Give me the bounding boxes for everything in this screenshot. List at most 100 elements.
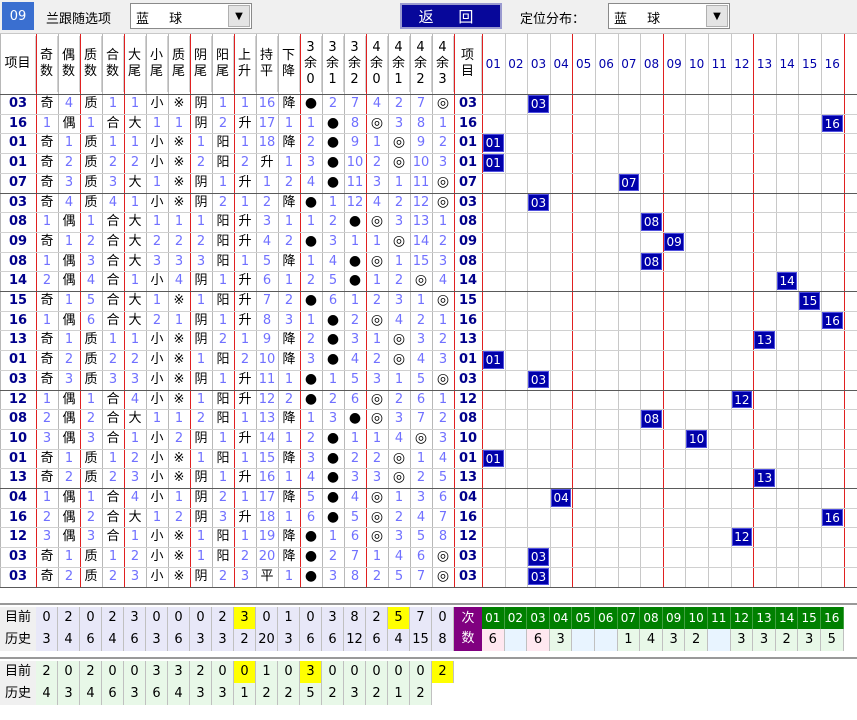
footer2-history-value: 4 xyxy=(80,682,102,705)
row-cell: ◎ xyxy=(436,370,450,387)
row-cell: 奇 xyxy=(40,371,54,387)
grid-divider xyxy=(0,271,857,273)
row-label: 16 xyxy=(8,509,28,525)
column-header: 偶数 xyxy=(58,36,80,92)
count-header: 04 xyxy=(549,606,573,629)
footer-current-value: 0 xyxy=(190,606,212,629)
row-cell: 质 xyxy=(84,135,98,151)
column-header: 阴尾 xyxy=(190,36,212,92)
row-cell: 6 xyxy=(86,312,96,328)
count-value xyxy=(708,628,731,651)
row-cell: 1 xyxy=(328,371,338,387)
row-label: 07 xyxy=(458,174,478,190)
row-cell: 3 xyxy=(284,312,294,328)
grid-divider xyxy=(0,527,857,529)
row-cell: 2 xyxy=(64,352,74,368)
row-cell: 8 xyxy=(416,115,426,131)
row-cell: 1 xyxy=(394,253,404,269)
column-header: 质尾 xyxy=(168,36,190,92)
row-cell: 合 xyxy=(106,293,120,308)
row-cell: 偶 xyxy=(62,312,76,328)
distribution-select[interactable]: 蓝 球 ▼ xyxy=(608,3,730,29)
chevron-down-icon[interactable]: ▼ xyxy=(706,5,728,27)
footer-history-value: 20 xyxy=(256,628,278,651)
count-value: 3 xyxy=(753,628,776,651)
row-cell: 3 xyxy=(416,332,426,348)
row-cell: 1 xyxy=(240,450,250,466)
row-cell: ◎ xyxy=(370,213,384,230)
row-cell: 11 xyxy=(412,174,430,190)
row-label: 01 xyxy=(458,352,478,368)
row-cell: 大 xyxy=(128,253,142,269)
row-cell: 1 xyxy=(284,470,294,486)
row-cell: 1 xyxy=(174,490,184,505)
row-cell: 1 xyxy=(240,490,250,505)
footer-history-value: 15 xyxy=(410,628,432,651)
drawn-ball: 08 xyxy=(641,213,662,231)
count-header: 05 xyxy=(572,606,595,629)
count-header: 13 xyxy=(753,606,776,629)
row-cell: 1 xyxy=(372,233,382,249)
row-cell: ◎ xyxy=(436,567,450,584)
row-cell: 2 xyxy=(152,312,162,328)
row-cell: 阳 xyxy=(216,549,230,565)
row-cell: 1 xyxy=(240,411,250,427)
row-cell: 6 xyxy=(350,529,360,545)
number-column-header: 16 xyxy=(824,57,840,71)
row-cell: 升 xyxy=(238,470,252,486)
row-cell: 降 xyxy=(282,332,296,348)
drawn-ball: 15 xyxy=(799,292,820,310)
row-cell: 1 xyxy=(284,214,294,230)
row-cell: 4 xyxy=(328,253,338,269)
footer2-history-value: 2 xyxy=(278,682,300,705)
row-cell: 升 xyxy=(238,391,252,407)
row-cell: 1 xyxy=(152,293,162,308)
row-cell: 3 xyxy=(438,352,448,368)
row-cell: 1 xyxy=(438,391,448,407)
row-cell: 3 xyxy=(174,253,184,269)
row-cell: 12 xyxy=(258,391,276,407)
row-cell: 奇 xyxy=(40,194,54,210)
row-cell: 阳 xyxy=(216,293,230,308)
row-cell: ※ xyxy=(173,155,185,171)
row-cell: 11 xyxy=(346,174,364,190)
footer-history-value: 3 xyxy=(212,628,234,651)
row-cell: ● xyxy=(326,311,340,328)
row-cell: 合 xyxy=(106,430,120,446)
row-cell: ※ xyxy=(173,135,185,151)
row-cell: 2 xyxy=(372,450,382,466)
row-cell: 2 xyxy=(240,155,250,171)
footer2-history-value: 3 xyxy=(190,682,212,705)
column-header: 3余1 xyxy=(322,36,344,92)
row-cell: 2 xyxy=(196,155,206,171)
row-cell: 5 xyxy=(350,371,360,387)
footer2-current-value: 0 xyxy=(344,660,366,683)
back-button[interactable]: 返 回 xyxy=(400,3,502,29)
row-label: 07 xyxy=(8,174,28,190)
row-cell: 阴 xyxy=(194,470,208,486)
drawn-ball: 13 xyxy=(754,331,775,350)
count-header: 09 xyxy=(662,606,686,629)
row-cell: 2 xyxy=(42,509,52,525)
drawn-ball: 03 xyxy=(528,567,549,586)
footer-current-value: 0 xyxy=(36,606,58,629)
row-cell: 2 xyxy=(218,194,228,210)
chevron-down-icon[interactable]: ▼ xyxy=(228,5,250,27)
ball-type-select[interactable]: 蓝 球 ▼ xyxy=(130,3,252,29)
row-cell: 2 xyxy=(306,430,316,446)
row-cell: 1 xyxy=(108,450,118,466)
row-cell: ※ xyxy=(173,391,185,407)
row-cell: 2 xyxy=(42,411,52,427)
row-cell: 3 xyxy=(328,233,338,249)
row-cell: 1 xyxy=(416,293,426,308)
row-cell: 1 xyxy=(328,529,338,545)
row-cell: 1 xyxy=(86,115,96,131)
count-value xyxy=(504,628,528,651)
row-cell: 3 xyxy=(394,411,404,427)
row-cell: 升 xyxy=(260,155,274,171)
count-value: 2 xyxy=(775,628,799,651)
column-header: 项目 xyxy=(454,36,482,92)
drawn-ball: 03 xyxy=(528,95,549,113)
distribution-label: 定位分布： xyxy=(520,12,586,27)
row-label: 08 xyxy=(458,411,478,427)
